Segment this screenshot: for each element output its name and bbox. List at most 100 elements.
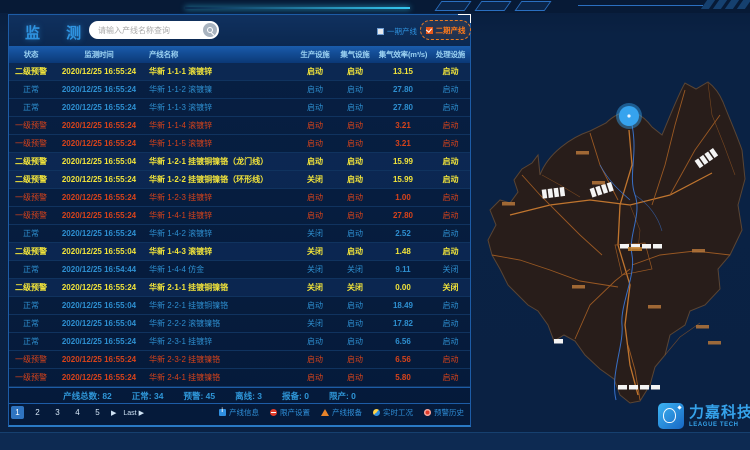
- page-button-5[interactable]: 5: [91, 406, 104, 419]
- cell-status: 一级预警: [9, 354, 53, 365]
- table-row[interactable]: 二级预警2020/12/25 16:55:04华新 1-4-3 滚镀锌关闭启动1…: [9, 243, 470, 261]
- cell-name: 华新 1-4-4 仿金: [145, 264, 295, 275]
- cell-prod: 关闭: [295, 228, 335, 239]
- cell-status: 正常: [9, 84, 53, 95]
- legend-item-realtime-gauge[interactable]: 实时工况: [373, 407, 413, 418]
- cell-treat: 启动: [431, 336, 470, 347]
- cell-gas: 关闭: [335, 282, 375, 293]
- cell-status: 二级预警: [9, 174, 53, 185]
- cell-treat: 启动: [431, 66, 470, 77]
- last-page-button[interactable]: Last ▶: [123, 409, 144, 417]
- table-row[interactable]: 二级预警2020/12/25 16:55:24华新 1-1-1 滚镀锌启动启动1…: [9, 63, 470, 81]
- legend-item-limit-circle[interactable]: 限产设置: [270, 407, 310, 418]
- cell-name: 华新 1-1-4 滚镀锌: [145, 120, 295, 131]
- cell-treat: 关闭: [431, 282, 470, 293]
- column-header: 生产设施: [295, 49, 335, 60]
- table-row[interactable]: 二级预警2020/12/25 16:55:24华新 2-1-1 挂镀铜镍铬关闭关…: [9, 279, 470, 297]
- table-row[interactable]: 正常2020/12/25 16:55:04华新 2-2-2 滚镀镍铬关闭启动17…: [9, 315, 470, 333]
- table-row[interactable]: 二级预警2020/12/25 16:55:04华新 1-2-1 挂镀铜镍铬（龙门…: [9, 153, 470, 171]
- summary-item: 离线: 3: [235, 390, 262, 402]
- table-row[interactable]: 一级预警2020/12/25 16:55:24华新 2-3-2 挂镀镍铬启动启动…: [9, 351, 470, 369]
- table-row[interactable]: 二级预警2020/12/25 16:55:24华新 1-2-2 挂镀铜镍铬（环形…: [9, 171, 470, 189]
- district-boundary: [488, 82, 745, 403]
- legend-item-report-triangle[interactable]: 产线报备: [321, 407, 362, 418]
- column-header: 处理设施: [431, 49, 470, 60]
- pagination: 12345 ▶ Last ▶: [11, 406, 144, 419]
- next-page-button[interactable]: ▶: [111, 409, 116, 417]
- checkbox-unchecked-icon[interactable]: [377, 28, 384, 35]
- page-button-3[interactable]: 3: [51, 406, 64, 419]
- phase2-label: 二期产线: [436, 25, 466, 36]
- cell-gas: 启动: [335, 336, 375, 347]
- table-row[interactable]: 正常2020/12/25 16:55:24华新 1-4-2 滚镀锌关闭启动2.5…: [9, 225, 470, 243]
- search-icon[interactable]: [203, 23, 217, 37]
- table-row[interactable]: 一级预警2020/12/25 16:55:24华新 2-4-1 挂镀镍铬启动启动…: [9, 369, 470, 387]
- legend-label: 实时工况: [383, 407, 413, 418]
- phase1-label: 一期产线: [387, 26, 417, 37]
- page-button-2[interactable]: 2: [31, 406, 44, 419]
- phase1-checkbox[interactable]: 一期产线: [377, 26, 417, 37]
- table-row[interactable]: 一级预警2020/12/25 16:55:24华新 1-2-3 挂镀锌启动启动1…: [9, 189, 470, 207]
- trapezoid-decor: [514, 1, 551, 11]
- table-row[interactable]: 正常2020/12/25 16:55:04华新 2-2-1 挂镀铜镍铬启动启动1…: [9, 297, 470, 315]
- table-row[interactable]: 一级预警2020/12/25 16:55:24华新 1-4-1 挂镀锌启动启动2…: [9, 207, 470, 225]
- column-header: 产线名称: [145, 49, 295, 60]
- cell-name: 华新 2-2-1 挂镀铜镍铬: [145, 300, 295, 311]
- checkbox-checked-icon[interactable]: [426, 27, 433, 34]
- cell-gas: 启动: [335, 300, 375, 311]
- map-cluster-marker[interactable]: [616, 103, 642, 129]
- legend-item-info-square[interactable]: 产线信息: [219, 407, 259, 418]
- table-row[interactable]: 正常2020/12/25 16:55:24华新 2-3-1 挂镀锌启动启动6.5…: [9, 333, 470, 351]
- table-row[interactable]: 一级预警2020/12/25 16:55:24华新 1-1-5 滚镀锌启动启动3…: [9, 135, 470, 153]
- cell-time: 2020/12/25 16:55:24: [53, 175, 145, 184]
- cell-eff: 1.00: [375, 193, 431, 202]
- summary-bar: 产线总数: 82正常: 34预警: 45离线: 3报备: 0限产: 0: [9, 387, 470, 403]
- cell-status: 正常: [9, 228, 53, 239]
- realtime-gauge-icon: [373, 409, 380, 416]
- page-button-1[interactable]: 1: [11, 406, 24, 419]
- summary-item: 报备: 0: [282, 390, 309, 402]
- cell-eff: 6.56: [375, 337, 431, 346]
- cell-gas: 启动: [335, 156, 375, 167]
- cell-time: 2020/12/25 16:55:24: [53, 121, 145, 130]
- cell-prod: 启动: [295, 84, 335, 95]
- cell-treat: 启动: [431, 318, 470, 329]
- cell-prod: 启动: [295, 354, 335, 365]
- cell-name: 华新 1-2-2 挂镀铜镍铬（环形线）: [145, 174, 295, 185]
- search-input[interactable]: [89, 26, 203, 35]
- bottom-band: [0, 432, 750, 450]
- page-button-4[interactable]: 4: [71, 406, 84, 419]
- cell-prod: 启动: [295, 372, 335, 383]
- table-row[interactable]: 正常2020/12/25 16:55:24华新 1-1-2 滚镀镍启动启动27.…: [9, 81, 470, 99]
- cell-time: 2020/12/25 16:55:24: [53, 139, 145, 148]
- cell-time: 2020/12/25 16:55:24: [53, 355, 145, 364]
- cell-gas: 启动: [335, 84, 375, 95]
- cell-time: 2020/12/25 16:55:24: [53, 229, 145, 238]
- cell-status: 一级预警: [9, 210, 53, 221]
- cell-name: 华新 1-1-3 滚镀锌: [145, 102, 295, 113]
- cell-time: 2020/12/25 16:55:04: [53, 247, 145, 256]
- cell-eff: 3.21: [375, 139, 431, 148]
- legend-item-alert-history-dot[interactable]: 预警历史: [424, 407, 464, 418]
- cell-time: 2020/12/25 16:55:24: [53, 67, 145, 76]
- cell-time: 2020/12/25 16:55:24: [53, 373, 145, 382]
- cell-time: 2020/12/25 16:55:24: [53, 211, 145, 220]
- table-row[interactable]: 正常2020/12/25 16:54:44华新 1-4-4 仿金关闭关闭9.11…: [9, 261, 470, 279]
- cell-prod: 启动: [295, 66, 335, 77]
- legend-label: 产线信息: [229, 407, 259, 418]
- table-row[interactable]: 正常2020/12/25 16:55:24华新 1-1-3 滚镀锌启动启动27.…: [9, 99, 470, 117]
- cell-name: 华新 1-4-2 滚镀锌: [145, 228, 295, 239]
- district-map[interactable]: [480, 55, 750, 405]
- table-row[interactable]: 一级预警2020/12/25 16:55:24华新 1-1-4 滚镀锌启动启动3…: [9, 117, 470, 135]
- phase2-button[interactable]: 二期产线: [420, 20, 471, 40]
- cell-treat: 启动: [431, 246, 470, 257]
- cell-gas: 启动: [335, 228, 375, 239]
- cell-name: 华新 2-2-2 滚镀镍铬: [145, 318, 295, 329]
- cell-status: 一级预警: [9, 372, 53, 383]
- cell-treat: 启动: [431, 84, 470, 95]
- cell-name: 华新 2-3-1 挂镀锌: [145, 336, 295, 347]
- cell-gas: 启动: [335, 246, 375, 257]
- cell-prod: 启动: [295, 210, 335, 221]
- cell-eff: 15.99: [375, 175, 431, 184]
- cell-name: 华新 2-3-2 挂镀镍铬: [145, 354, 295, 365]
